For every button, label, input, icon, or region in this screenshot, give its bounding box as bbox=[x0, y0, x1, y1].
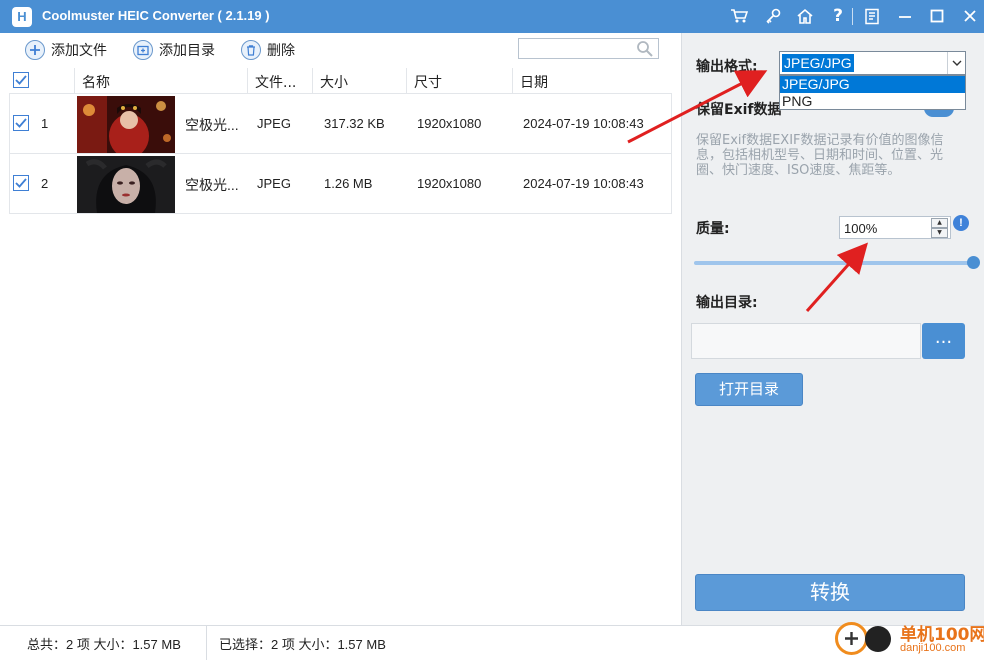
row-date: 2024-07-19 10:08:43 bbox=[523, 176, 644, 191]
row-date: 2024-07-19 10:08:43 bbox=[523, 116, 644, 131]
exif-label: 保留Exif数据 bbox=[696, 102, 782, 118]
select-all-checkbox[interactable] bbox=[13, 72, 29, 88]
watermark-url: danji100.com bbox=[900, 642, 966, 654]
status-separator bbox=[206, 626, 207, 660]
status-total: 总共：2 项 大小：1.57 MB bbox=[27, 637, 181, 652]
quality-slider-handle[interactable] bbox=[967, 256, 980, 269]
open-folder-button[interactable]: 打开目录 bbox=[695, 373, 803, 406]
column-separator bbox=[247, 68, 248, 94]
column-dimensions[interactable]: 尺寸 bbox=[414, 72, 442, 92]
close-icon[interactable] bbox=[958, 5, 982, 27]
table-row[interactable]: 1 空极光... JPEG 317.32 KB 1920x1080 2024-0… bbox=[9, 95, 672, 154]
help-icon[interactable]: ? bbox=[826, 5, 850, 27]
maximize-icon[interactable] bbox=[925, 5, 949, 27]
info-icon[interactable]: ! bbox=[953, 215, 969, 231]
delete-label: 删除 bbox=[267, 43, 295, 59]
app-window: H Coolmuster HEIC Converter ( 2.1.19 ) ? bbox=[0, 0, 984, 660]
output-dir-label: 输出目录: bbox=[696, 295, 758, 311]
column-separator bbox=[406, 68, 407, 94]
row-checkbox[interactable] bbox=[13, 175, 29, 191]
output-format-label: 输出格式: bbox=[696, 59, 758, 75]
column-date[interactable]: 日期 bbox=[520, 72, 548, 92]
watermark-logo bbox=[835, 622, 868, 655]
delete-button[interactable]: 删除 bbox=[241, 38, 295, 62]
spin-up-icon[interactable]: ▲ bbox=[931, 218, 948, 228]
checkmark-icon bbox=[15, 178, 27, 188]
search-icon bbox=[637, 41, 653, 57]
app-title: Coolmuster HEIC Converter ( 2.1.19 ) bbox=[42, 8, 270, 23]
column-separator bbox=[512, 68, 513, 94]
exif-description: 保留Exif数据EXIF数据记录有价值的图像信息，包括相机型号、日期和时间、位置… bbox=[696, 133, 944, 178]
output-format-value: JPEG/JPG bbox=[782, 54, 854, 72]
watermark-logo-dark bbox=[865, 626, 891, 652]
add-file-label: 添加文件 bbox=[51, 43, 107, 59]
spin-down-icon[interactable]: ▼ bbox=[931, 228, 948, 238]
add-folder-icon bbox=[133, 40, 153, 60]
row-name: 空极光... bbox=[185, 117, 239, 133]
add-file-icon bbox=[25, 40, 45, 60]
row-dimensions: 1920x1080 bbox=[417, 176, 482, 191]
home-icon[interactable] bbox=[793, 5, 817, 27]
row-dimensions: 1920x1080 bbox=[417, 116, 482, 131]
column-type[interactable]: 文件... bbox=[255, 72, 296, 92]
image-thumbnail bbox=[77, 96, 175, 153]
row-index: 1 bbox=[41, 116, 49, 131]
titlebar-separator bbox=[852, 8, 853, 25]
format-option-png[interactable]: PNG bbox=[780, 93, 965, 110]
file-table-header: 名称 文件... 大小 尺寸 日期 bbox=[9, 68, 672, 94]
checkmark-icon bbox=[15, 118, 27, 128]
row-type: JPEG bbox=[257, 116, 291, 131]
quality-label: 质量: bbox=[696, 221, 730, 237]
checkmark-icon bbox=[15, 75, 27, 85]
format-dropdown-list: JPEG/JPG PNG bbox=[779, 75, 966, 110]
browse-button[interactable]: ... bbox=[922, 323, 965, 359]
row-type: JPEG bbox=[257, 176, 291, 191]
trash-icon bbox=[241, 40, 261, 60]
key-icon[interactable] bbox=[761, 5, 785, 27]
quality-slider[interactable] bbox=[694, 261, 974, 265]
add-file-button[interactable]: 添加文件 bbox=[25, 38, 107, 62]
output-dir-input[interactable] bbox=[691, 323, 921, 359]
output-format-select[interactable]: JPEG/JPG bbox=[779, 51, 966, 75]
chevron-down-icon[interactable] bbox=[947, 52, 965, 74]
convert-button[interactable]: 转换 bbox=[695, 574, 965, 611]
column-separator bbox=[74, 68, 75, 94]
image-thumbnail bbox=[77, 156, 175, 213]
column-separator bbox=[312, 68, 313, 94]
status-selected: 已选择：2 项 大小：1.57 MB bbox=[219, 637, 386, 652]
row-size: 1.26 MB bbox=[324, 176, 373, 191]
app-logo: H bbox=[12, 7, 32, 27]
cart-icon[interactable] bbox=[727, 5, 751, 27]
quality-value: 100% bbox=[844, 221, 878, 236]
column-name[interactable]: 名称 bbox=[82, 72, 110, 92]
row-name: 空极光... bbox=[185, 177, 239, 193]
minimize-icon[interactable] bbox=[893, 5, 917, 27]
row-index: 2 bbox=[41, 176, 49, 191]
quality-input[interactable]: 100% ▲ ▼ bbox=[839, 216, 951, 239]
column-size[interactable]: 大小 bbox=[320, 72, 348, 92]
title-bar: H Coolmuster HEIC Converter ( 2.1.19 ) ? bbox=[0, 0, 984, 33]
add-folder-label: 添加目录 bbox=[159, 43, 215, 59]
add-folder-button[interactable]: 添加目录 bbox=[133, 38, 215, 62]
search-input[interactable] bbox=[518, 38, 659, 59]
row-checkbox[interactable] bbox=[13, 115, 29, 131]
feedback-icon[interactable] bbox=[860, 5, 884, 27]
table-row[interactable]: 2 空极光... JPEG 1.26 MB 1920x1080 2024-07-… bbox=[9, 155, 672, 214]
format-option-jpeg[interactable]: JPEG/JPG bbox=[780, 76, 965, 93]
row-size: 317.32 KB bbox=[324, 116, 385, 131]
